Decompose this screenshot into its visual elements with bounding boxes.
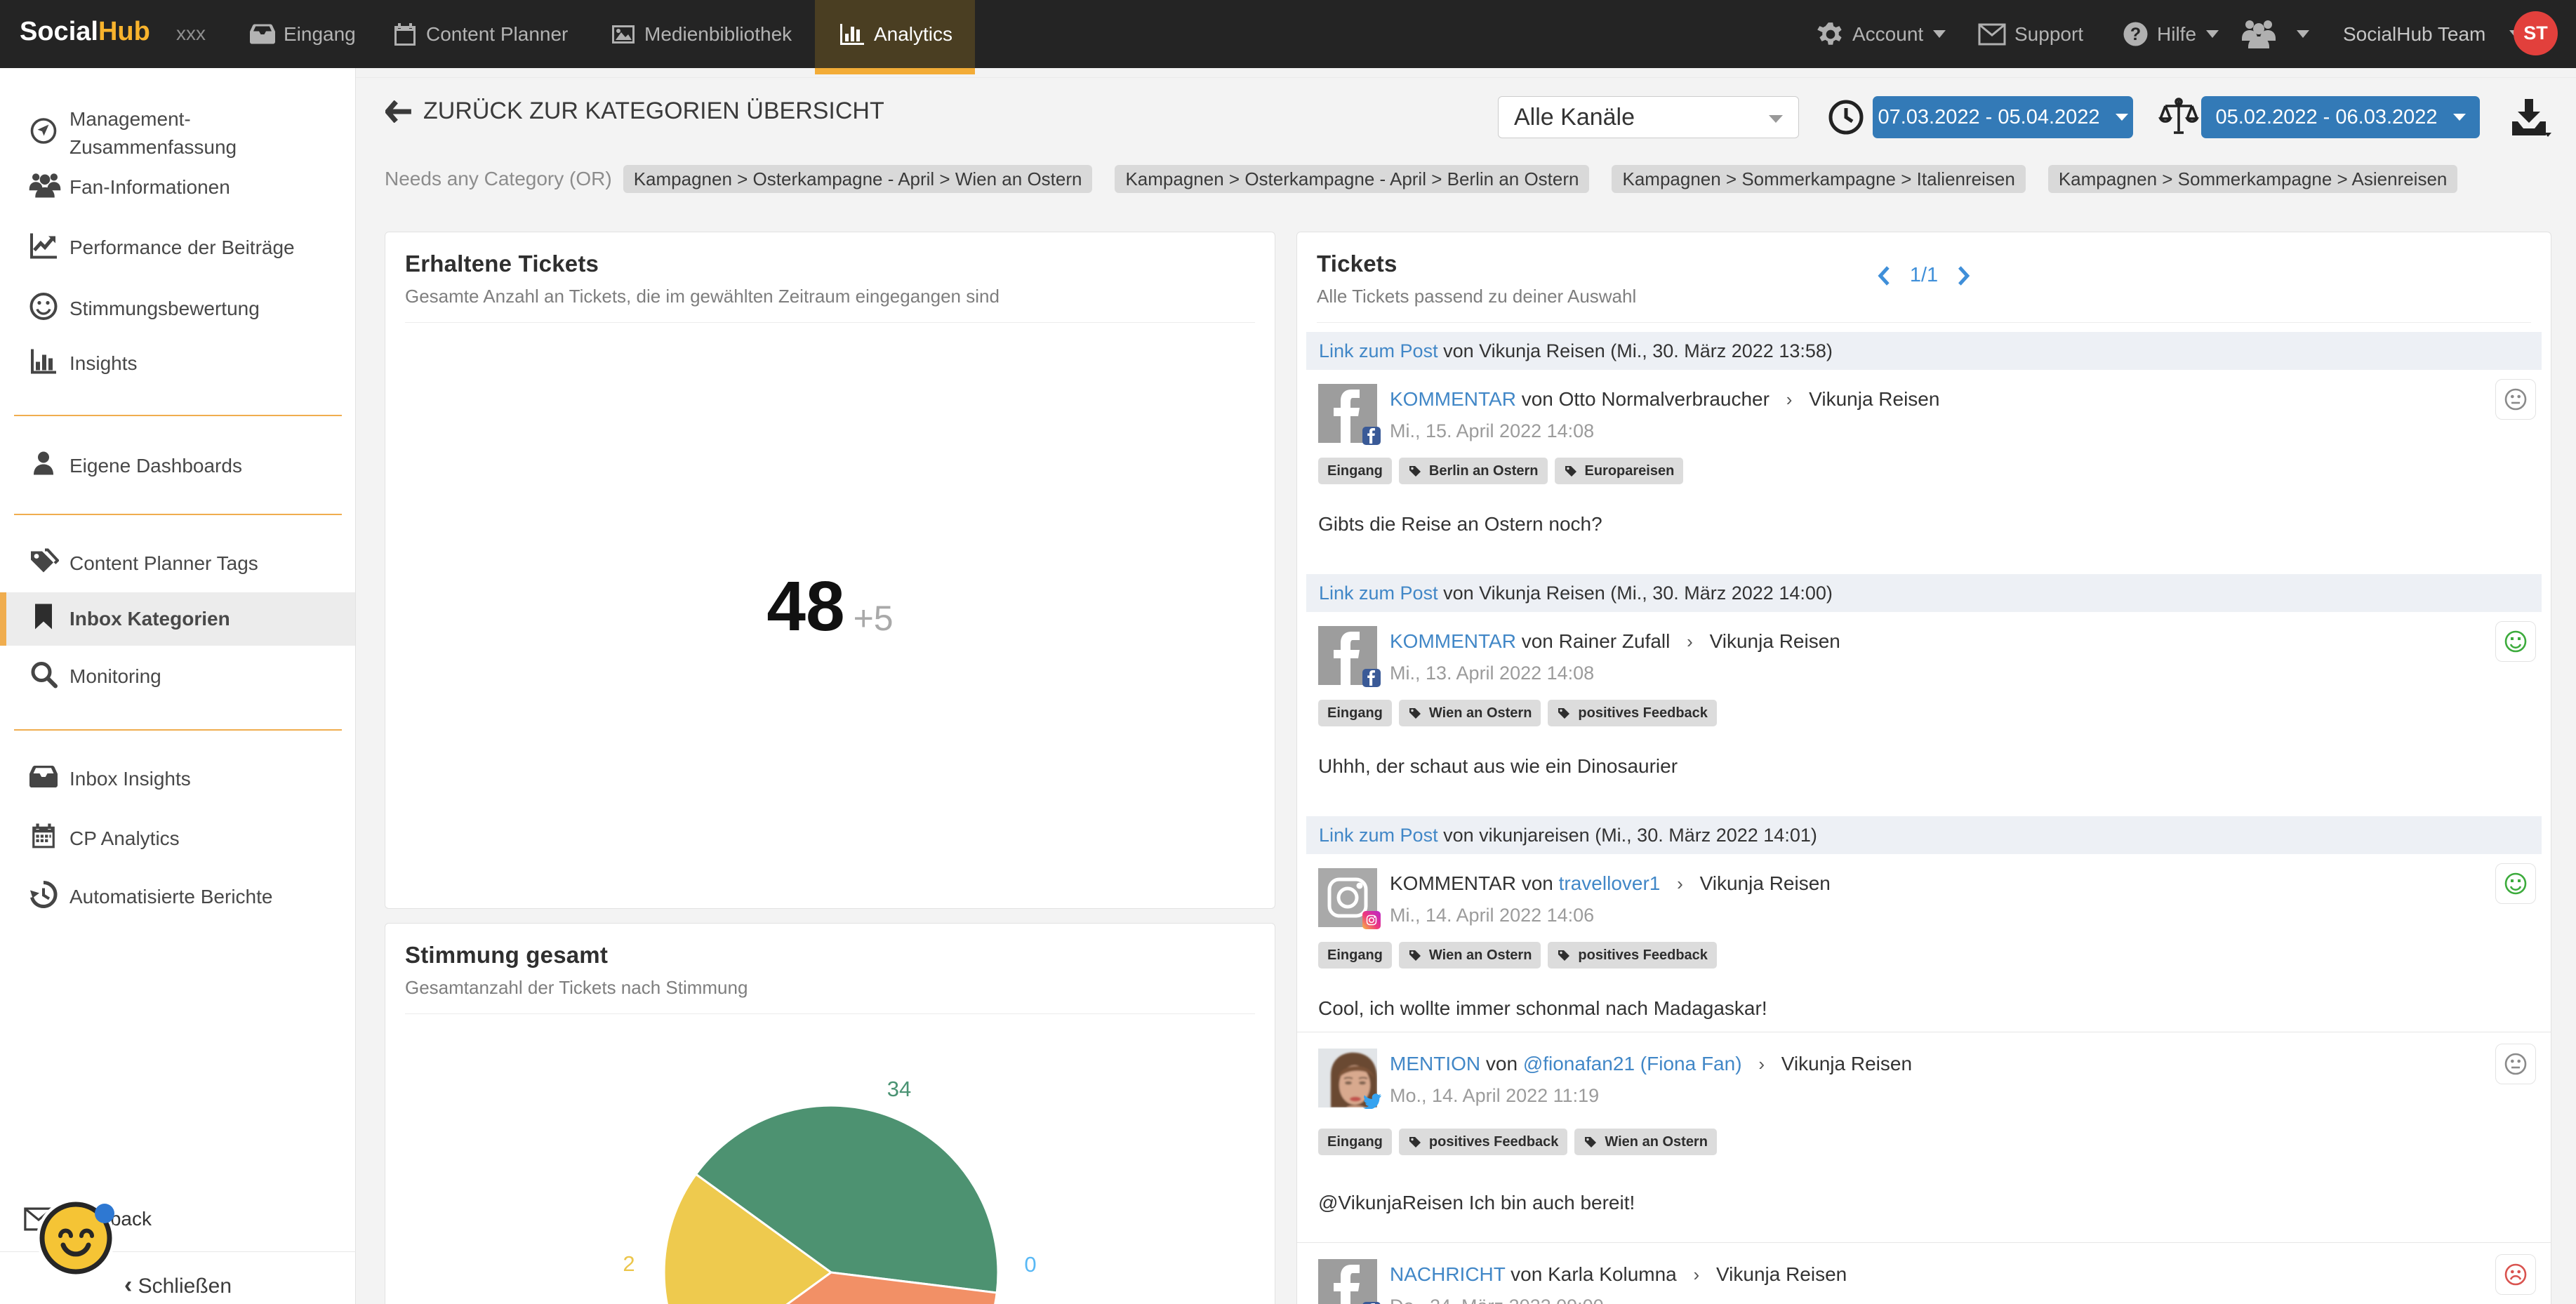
svg-text:34: 34 [887,1077,911,1101]
svg-text:?: ? [2130,25,2141,44]
svg-text:0: 0 [1024,1252,1036,1277]
svg-text:2: 2 [623,1251,635,1276]
